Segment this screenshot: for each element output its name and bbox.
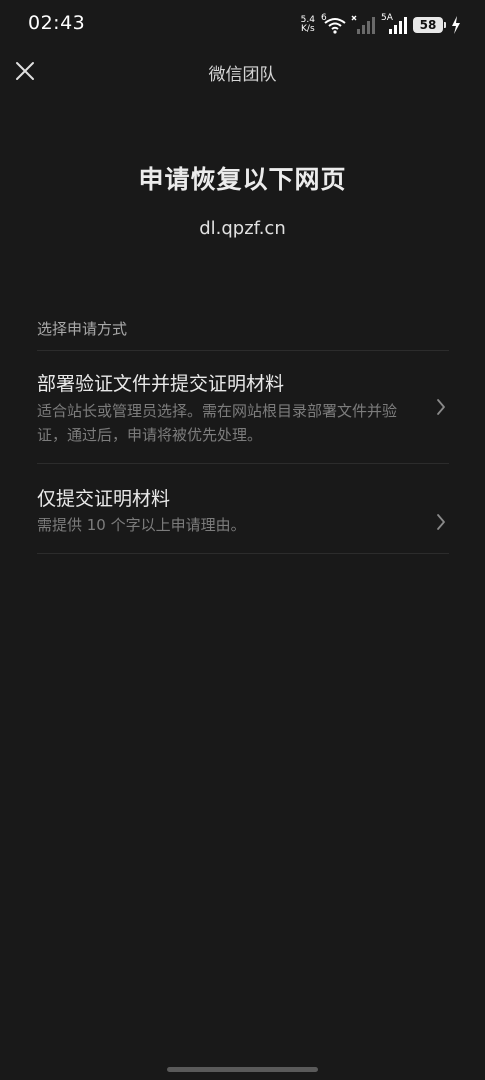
option-description: 适合站长或管理员选择。需在网站根目录部署文件并验证，通过后，申请将被优先处理。 bbox=[37, 402, 398, 444]
signal-label: 5A bbox=[381, 13, 393, 23]
option-title: 部署验证文件并提交证明材料 bbox=[37, 373, 285, 395]
option-list: 部署验证文件并提交证明材料 适合站长或管理员选择。需在网站根目录部署文件并验证，… bbox=[37, 350, 449, 554]
wifi-label: 6 bbox=[321, 13, 327, 23]
status-bar: 02:43 5.4 K/s 6 5A 58 bbox=[0, 0, 485, 48]
battery-icon: 58 bbox=[413, 17, 446, 33]
status-time: 02:43 bbox=[28, 12, 86, 34]
status-icons: 5.4 K/s 6 5A 58 bbox=[301, 13, 461, 36]
option-submit-proof-only[interactable]: 仅提交证明材料 需提供 10 个字以上申请理由。 bbox=[37, 464, 449, 554]
chevron-right-icon bbox=[435, 397, 447, 417]
section-label: 选择申请方式 bbox=[37, 320, 128, 338]
page-domain: dl.qpzf.cn bbox=[199, 218, 286, 239]
wifi-icon: 6 bbox=[321, 13, 347, 35]
nav-bar: 微信团队 bbox=[0, 48, 485, 96]
network-speed-unit: K/s bbox=[301, 24, 315, 34]
signal-off-icon bbox=[351, 15, 377, 35]
charging-icon bbox=[451, 16, 461, 34]
option-deploy-verification[interactable]: 部署验证文件并提交证明材料 适合站长或管理员选择。需在网站根目录部署文件并验证，… bbox=[37, 351, 449, 464]
nav-title: 微信团队 bbox=[208, 65, 277, 85]
page-title: 申请恢复以下网页 bbox=[138, 165, 347, 194]
chevron-right-icon bbox=[435, 512, 447, 532]
battery-level: 58 bbox=[419, 18, 437, 32]
signal-icon: 5A bbox=[381, 13, 409, 35]
option-description: 需提供 10 个字以上申请理由。 bbox=[37, 516, 246, 534]
home-indicator[interactable] bbox=[167, 1067, 318, 1072]
option-title: 仅提交证明材料 bbox=[37, 488, 171, 510]
network-speed: 5.4 K/s bbox=[301, 16, 315, 34]
